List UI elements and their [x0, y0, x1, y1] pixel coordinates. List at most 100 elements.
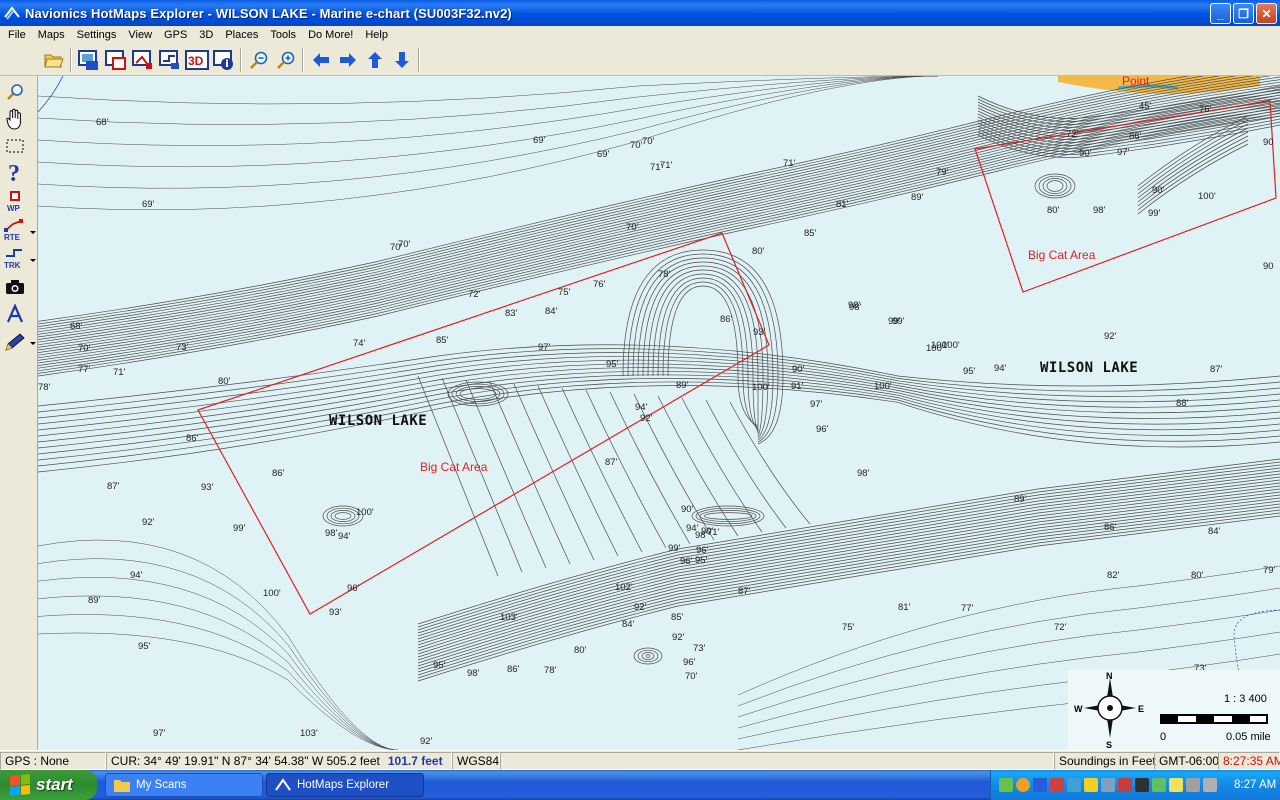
depth-sounding: 45' [1139, 101, 1152, 112]
tray-bluetooth-icon[interactable] [1033, 778, 1047, 792]
tray-app-icon[interactable] [1169, 778, 1183, 792]
cursor-distance: 101.7 feet [387, 753, 443, 768]
depth-sounding: 100' [752, 382, 770, 393]
map-track-icon[interactable] [158, 48, 182, 72]
depth-sounding: 88' [1176, 398, 1189, 409]
menu-tools[interactable]: Tools [264, 29, 302, 41]
hand-pan-icon[interactable] [2, 107, 28, 131]
depth-sounding: 98' [325, 528, 338, 539]
map-red-icon[interactable] [104, 48, 128, 72]
pan-up-icon[interactable] [363, 48, 387, 72]
taskbar-item-hotmaps[interactable]: HotMaps Explorer [266, 773, 424, 797]
depth-sounding: 79' [1263, 565, 1276, 576]
pan-left-icon[interactable] [309, 48, 333, 72]
menu-view[interactable]: View [122, 29, 158, 41]
taskbar-clock[interactable]: 8:27 AM [1234, 779, 1276, 791]
depth-sounding: 95' [606, 359, 619, 370]
map-window-icon[interactable] [77, 48, 101, 72]
maximize-button[interactable]: ❐ [1233, 3, 1254, 24]
tray-app-icon[interactable] [1050, 778, 1064, 792]
track-dropdown-icon[interactable] [30, 259, 36, 262]
tray-volume-icon[interactable] [1186, 778, 1200, 792]
tray-warning-icon[interactable] [1084, 778, 1098, 792]
toolbar-separator [302, 47, 304, 72]
depth-sounding: 78' [38, 382, 51, 393]
depth-sounding: 68' [70, 321, 83, 332]
pan-right-icon[interactable] [336, 48, 360, 72]
map-route-icon[interactable] [131, 48, 155, 72]
menu-file[interactable]: File [2, 29, 32, 41]
status-time: 8:27:35 AM [1218, 751, 1280, 770]
tray-network-icon[interactable] [1101, 778, 1115, 792]
close-button[interactable]: ✕ [1256, 3, 1277, 24]
text-tool-icon[interactable] [2, 302, 28, 326]
menu-gps[interactable]: GPS [158, 29, 193, 41]
depth-sounding: 90 [1263, 261, 1274, 272]
chart-map[interactable]: WILSON LAKE WILSON LAKE Big Cat Area Big… [38, 76, 1280, 750]
tray-app-icon[interactable] [999, 778, 1013, 792]
menu-3d[interactable]: 3D [193, 29, 219, 41]
svg-text:TRK: TRK [4, 261, 21, 270]
depth-sounding: 93' [329, 607, 342, 618]
depth-sounding: 90 [1263, 137, 1274, 148]
3d-view-icon[interactable]: 3D [184, 48, 209, 72]
tray-display-icon[interactable] [1203, 778, 1217, 792]
depth-sounding: 87' [107, 481, 120, 492]
zoom-tool-icon[interactable] [2, 80, 28, 104]
app-icon [4, 6, 20, 20]
depth-sounding: 86' [186, 433, 199, 444]
svg-text:?: ? [8, 161, 20, 185]
camera-icon[interactable] [2, 275, 28, 299]
chart-canvas: WILSON LAKE WILSON LAKE Big Cat Area Big… [38, 76, 1280, 750]
depth-sounding: 75' [842, 622, 855, 633]
depth-sounding: 90' [701, 526, 714, 537]
start-button[interactable]: start [0, 770, 97, 800]
zoom-out-icon[interactable] [247, 48, 271, 72]
depth-sounding: 92' [634, 602, 647, 613]
route-icon[interactable]: RTE [2, 218, 28, 242]
lake-name-label: WILSON LAKE [1040, 360, 1138, 376]
toolbar: 3D [0, 44, 1280, 76]
menu-places[interactable]: Places [219, 29, 264, 41]
zoom-in-icon[interactable] [274, 48, 298, 72]
compass-s-label: S [1106, 740, 1112, 750]
minimize-button[interactable]: _ [1210, 3, 1231, 24]
pan-down-icon[interactable] [390, 48, 414, 72]
waypoint-icon[interactable]: WP [2, 190, 28, 214]
depth-sounding: 99' [892, 316, 905, 327]
depth-sounding: 80' [752, 246, 765, 257]
pen-dropdown-icon[interactable] [30, 342, 36, 345]
tray-app-icon[interactable] [1067, 778, 1081, 792]
route-dropdown-icon[interactable] [30, 231, 36, 234]
help-icon[interactable]: ? [2, 161, 28, 185]
depth-sounding: 89' [1014, 494, 1027, 505]
soundings-unit: Soundings in Feet [1054, 751, 1156, 770]
tray-app-icon[interactable] [1135, 778, 1149, 792]
pen-tool-icon[interactable] [2, 330, 28, 354]
menu-settings[interactable]: Settings [71, 29, 123, 41]
tray-app-icon[interactable] [1118, 778, 1132, 792]
depth-sounding: 90' [681, 504, 694, 515]
depth-sounding: 76' [593, 279, 606, 290]
lake-name-label: WILSON LAKE [329, 413, 427, 429]
map-info-icon[interactable] [212, 48, 236, 72]
tray-app-icon[interactable] [1152, 778, 1166, 792]
select-rect-icon[interactable] [2, 134, 28, 158]
depth-sounding: 93' [753, 327, 766, 338]
depth-sounding: 84' [545, 306, 558, 317]
taskbar-item-my-scans[interactable]: My Scans [105, 773, 263, 797]
depth-sounding: 78' [544, 665, 557, 676]
track-icon[interactable]: TRK [2, 246, 28, 270]
depth-sounding: 71' [783, 158, 796, 169]
depth-sounding: 98' [849, 302, 862, 313]
depth-sounding: 92' [672, 632, 685, 643]
depth-sounding: 98' [467, 668, 480, 679]
tray-update-icon[interactable] [1016, 778, 1030, 792]
depth-sounding: 86' [720, 314, 733, 325]
title-bar[interactable]: Navionics HotMaps Explorer - WILSON LAKE… [0, 0, 1280, 26]
open-folder-icon[interactable] [42, 48, 66, 72]
menu-help[interactable]: Help [359, 29, 394, 41]
depth-sounding: 100' [1198, 191, 1216, 202]
menu-maps[interactable]: Maps [32, 29, 71, 41]
menu-do-more[interactable]: Do More! [302, 29, 359, 41]
